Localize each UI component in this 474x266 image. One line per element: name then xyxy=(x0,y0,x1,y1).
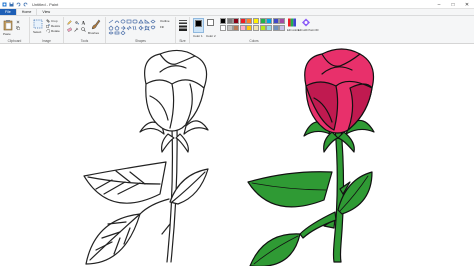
shapes-gallery[interactable] xyxy=(108,19,158,35)
window-title: Untitled - Paint xyxy=(32,1,59,7)
palette-swatch[interactable] xyxy=(279,18,286,24)
color2-selector[interactable] xyxy=(206,18,217,33)
palette-swatch[interactable] xyxy=(226,25,233,31)
redo-icon[interactable] xyxy=(23,2,28,7)
select-icon[interactable] xyxy=(33,19,43,29)
colors-group-label: Colors xyxy=(249,39,259,43)
palette-swatch[interactable] xyxy=(253,25,259,31)
tab-file[interactable]: File xyxy=(0,9,16,15)
size-icon[interactable] xyxy=(178,19,188,31)
brushes-label[interactable]: Brushes xyxy=(88,31,99,35)
palette-swatch[interactable] xyxy=(266,25,273,31)
canvas-drawing[interactable] xyxy=(0,44,474,266)
palette-swatch[interactable] xyxy=(220,25,226,31)
outline-rose xyxy=(83,49,209,265)
outline-dropdown[interactable]: Outline xyxy=(160,19,170,23)
crop-label[interactable]: Crop xyxy=(51,19,58,23)
drawing-canvas[interactable] xyxy=(0,44,474,266)
clipboard-group: Paste Clipboard xyxy=(0,17,30,43)
colored-stem xyxy=(332,127,345,263)
rotate-icon[interactable] xyxy=(46,29,50,33)
palette-swatch[interactable] xyxy=(259,18,266,24)
minimize-button[interactable]: – xyxy=(432,0,446,9)
tools-group-label: Tools xyxy=(80,39,89,43)
resize-label[interactable]: Resize xyxy=(51,24,60,28)
quick-access-toolbar xyxy=(2,2,28,7)
colored-rose xyxy=(247,48,375,266)
rotate-label[interactable]: Rotate xyxy=(51,29,60,33)
eraser-icon[interactable] xyxy=(67,27,72,32)
color1-label: Color 1 xyxy=(193,34,203,38)
select-label[interactable]: Select xyxy=(33,30,41,34)
close-button[interactable]: ✕ xyxy=(460,0,474,9)
palette-swatch[interactable] xyxy=(239,25,246,31)
text-icon[interactable]: A xyxy=(81,20,86,26)
size-group-label: Size xyxy=(179,39,186,43)
ribbon-tabs: File Home View xyxy=(0,9,474,16)
palette-swatch[interactable] xyxy=(239,18,246,24)
undo-icon[interactable] xyxy=(16,2,21,7)
save-icon[interactable] xyxy=(9,2,14,7)
shapes-group: Outline Fill Shapes xyxy=(106,17,176,43)
palette-swatch[interactable] xyxy=(233,25,240,31)
tab-view[interactable]: View xyxy=(37,9,55,15)
copy-icon[interactable] xyxy=(16,26,20,30)
palette-swatch[interactable] xyxy=(226,18,233,24)
fill-bucket-icon[interactable] xyxy=(74,20,79,25)
clipboard-group-label: Clipboard xyxy=(7,39,22,43)
pencil-icon[interactable] xyxy=(67,20,72,25)
image-group: Select Crop Resize Rotate Image xyxy=(30,17,64,43)
palette-swatch[interactable] xyxy=(253,18,259,24)
edit-colors-icon[interactable] xyxy=(288,18,296,27)
fill-dropdown[interactable]: Fill xyxy=(160,25,164,29)
palette-swatch[interactable] xyxy=(259,25,266,31)
magnifier-icon[interactable] xyxy=(81,27,86,32)
palette-swatch[interactable] xyxy=(246,18,253,24)
paint3d-icon[interactable] xyxy=(302,18,310,27)
color1-swatch xyxy=(195,20,202,27)
color2-swatch xyxy=(207,19,214,26)
colors-group: Color 1 Color 2 Edit colors Edit with Pa… xyxy=(190,17,318,43)
palette-swatch[interactable] xyxy=(272,18,279,24)
cut-icon[interactable] xyxy=(16,20,20,24)
size-group: Size xyxy=(176,17,190,43)
paint-app-icon[interactable] xyxy=(2,2,7,7)
palette-swatch[interactable] xyxy=(279,25,286,31)
brushes-icon[interactable] xyxy=(90,19,101,30)
palette-swatch[interactable] xyxy=(266,18,273,24)
color-picker-icon[interactable] xyxy=(74,27,79,32)
paste-label[interactable]: Paste xyxy=(3,32,11,36)
image-group-label: Image xyxy=(42,39,51,43)
tools-group: A Brushes Tools xyxy=(64,17,106,43)
color2-label: Color 2 xyxy=(206,34,216,38)
palette-swatch[interactable] xyxy=(246,25,253,31)
tab-home[interactable]: Home xyxy=(15,9,38,15)
palette-swatch[interactable] xyxy=(272,25,279,31)
color1-selector[interactable] xyxy=(193,18,204,33)
title-bar: Untitled - Paint – □ ✕ xyxy=(0,0,474,9)
palette-swatch[interactable] xyxy=(220,18,226,24)
maximize-button[interactable]: □ xyxy=(446,0,460,9)
outline-flower xyxy=(144,49,208,132)
colored-leaf-upper xyxy=(247,171,333,208)
color-palette xyxy=(220,18,288,34)
crop-icon[interactable] xyxy=(46,19,50,23)
ribbon: Paste Clipboard Select Crop Resize Rotat… xyxy=(0,16,474,44)
edit-paint3d-label[interactable]: Edit with Paint 3D xyxy=(298,29,318,32)
paste-icon[interactable] xyxy=(3,19,13,31)
resize-icon[interactable] xyxy=(46,24,50,28)
window-controls: – □ ✕ xyxy=(432,0,474,9)
outline-stem xyxy=(166,127,174,263)
palette-swatch[interactable] xyxy=(233,18,240,24)
svg-text:A: A xyxy=(82,22,86,26)
shapes-group-label: Shapes xyxy=(135,39,146,43)
